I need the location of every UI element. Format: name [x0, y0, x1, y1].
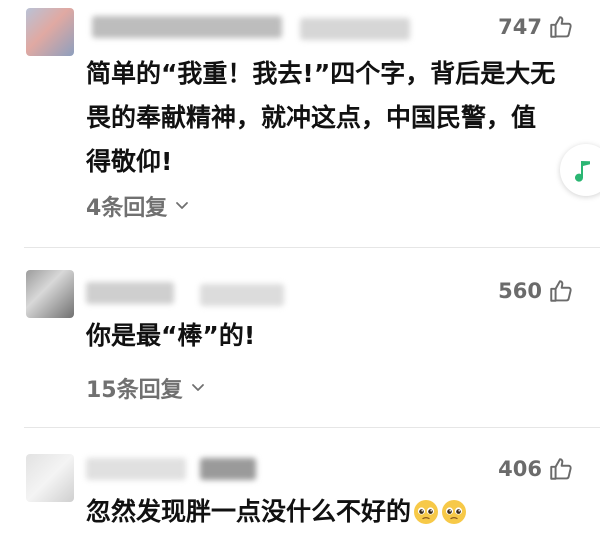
avatar[interactable] — [26, 270, 74, 318]
username-redacted — [300, 18, 410, 40]
pleading-face-emoji-icon — [414, 500, 439, 524]
username-redacted — [86, 282, 174, 304]
like-count: 747 — [498, 15, 542, 39]
username-redacted — [92, 16, 282, 38]
view-replies-button[interactable]: 15条回复 — [86, 372, 205, 404]
username-redacted — [200, 458, 256, 480]
like-count: 560 — [498, 279, 542, 303]
username-redacted — [86, 458, 186, 480]
chevron-down-icon — [191, 384, 204, 391]
like-button[interactable]: 406 — [498, 456, 574, 482]
comment-text: 忽然发现胖一点没什么不好的 — [86, 490, 560, 534]
view-replies-button[interactable]: 4条回复 — [86, 190, 189, 222]
comment-item: 560 你是最“棒”的! 15条回复 — [0, 248, 600, 427]
like-button[interactable]: 560 — [498, 278, 574, 304]
avatar[interactable] — [26, 8, 74, 56]
like-button[interactable]: 747 — [498, 14, 574, 40]
like-count: 406 — [498, 457, 542, 481]
thumbs-up-icon — [550, 458, 572, 480]
comment-text: 简单的“我重！我去!”四个字，背后是大无畏的奉献精神，就冲这点，中国民警，值得敬… — [86, 59, 556, 176]
chevron-down-icon — [176, 202, 189, 209]
thumbs-up-icon — [550, 280, 572, 302]
comment-item: 406 忽然发现胖一点没什么不好的 — [0, 428, 600, 553]
thumbs-up-icon — [550, 16, 572, 38]
username-redacted — [200, 284, 284, 306]
replies-label: 4条回复 — [86, 196, 168, 221]
comment-list: 747 简单的“我重！我去!”四个字，背后是大无畏的奉献精神，就冲这点，中国民警… — [0, 0, 600, 553]
music-note-icon — [575, 161, 590, 182]
avatar[interactable] — [26, 454, 74, 502]
comment-text-body: 忽然发现胖一点没什么不好的 — [86, 497, 412, 526]
comment-text: 你是最“棒”的! — [86, 321, 256, 350]
floating-music-button[interactable] — [560, 144, 600, 196]
pleading-face-emoji-icon — [442, 500, 467, 524]
replies-label: 15条回复 — [86, 378, 183, 403]
comment-item: 747 简单的“我重！我去!”四个字，背后是大无畏的奉献精神，就冲这点，中国民警… — [0, 0, 600, 247]
